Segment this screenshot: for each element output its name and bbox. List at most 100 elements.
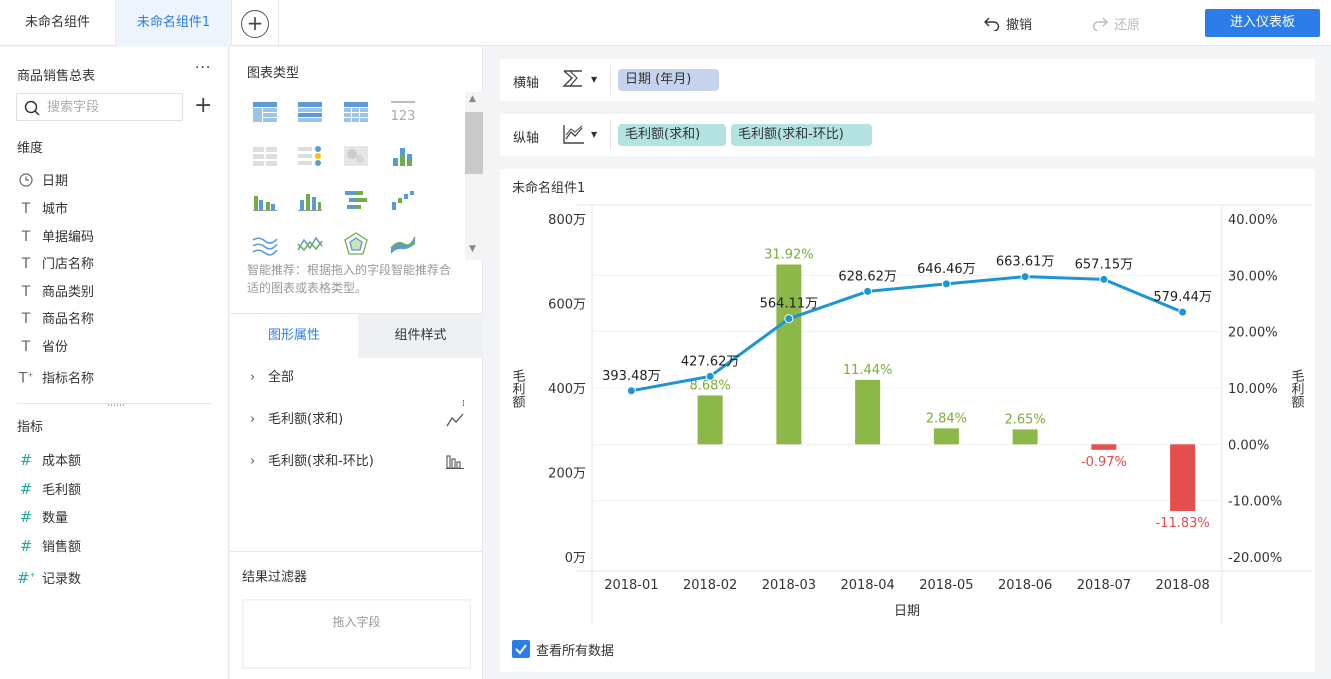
kpi-number-icon[interactable]: 123 [390,100,416,124]
grouped-bar-icon[interactable] [252,188,278,212]
column-chart-icon[interactable] [297,188,323,212]
add-field-button[interactable]: + [194,95,212,117]
line-data-label: 657.15万 [1075,257,1134,272]
search-input[interactable] [47,98,177,116]
field-label: 毛利额 [42,483,82,498]
tab-component-style[interactable]: 组件样式 [358,314,483,358]
radar-chart-icon[interactable] [343,232,369,256]
redo-button[interactable]: 还原 [1092,14,1140,33]
x-axis-caret-icon[interactable]: ▼ [591,75,597,84]
field-item-cost[interactable]: # 成本额 [17,449,81,471]
hash-icon: # [19,537,33,555]
more-icon[interactable]: ··· [195,60,211,76]
y-right-tick-label: 0.00% [1228,438,1269,453]
bar-mom [1170,444,1196,511]
stacked-bar-icon[interactable] [390,144,416,168]
field-item-product-name[interactable]: T 商品名称 [17,308,94,330]
tab-untitled-component-1[interactable]: 未命名组件1 [116,0,232,46]
detail-table-icon[interactable] [343,100,369,124]
tab-graphic-properties[interactable]: 图形属性 [230,314,358,358]
field-item-city[interactable]: T 城市 [17,198,68,220]
x-axis-type-icon[interactable] [562,68,586,90]
comparison-bar-icon[interactable] [343,188,369,212]
field-item-quantity[interactable]: # 数量 [17,506,68,528]
y-axis-label: 纵轴 [513,131,540,146]
waterfall-icon[interactable] [390,188,416,212]
field-label: 城市 [42,202,69,217]
enter-dashboard-button[interactable]: 进入仪表板 [1205,9,1320,37]
scroll-thumb[interactable] [465,112,483,174]
line-data-label: 564.11万 [760,297,819,312]
resize-grip-icon[interactable]: ⋯⋯ [107,402,125,411]
combo-chart[interactable]: 40.00% 30.00% 20.00% 10.00% 0.00% -10.00% -20.… [500,169,1315,639]
line-point [1178,307,1188,317]
field-item-product-category[interactable]: T 商品类别 [17,281,94,303]
range-area-icon[interactable] [390,232,416,256]
kpi-card-icon[interactable] [252,144,278,168]
scroll-down-icon[interactable]: ▼ [469,244,476,254]
chart-type-scrollbar[interactable]: ▲ ▼ [465,92,483,260]
line-point [626,386,636,396]
panel-resize-grip-icon[interactable]: ⁞ [462,400,465,409]
y-axis-field-pill-mom[interactable]: 毛利额(求和-环比) [731,124,872,146]
y-axis-caret-icon[interactable]: ▼ [591,130,597,139]
line-data-label: 663.61万 [996,255,1055,270]
area-chart-icon[interactable] [252,232,278,256]
field-item-sales[interactable]: # 销售额 [17,535,81,557]
field-item-record-count[interactable]: #+ 记录数 [17,564,81,587]
y-axis-field-pill-sum[interactable]: 毛利额(求和) [618,124,726,146]
line-gross-profit [631,275,1184,393]
text-field-icon: T [21,256,31,272]
heat-map-icon[interactable] [343,144,369,168]
y-right-tick-label: -20.00% [1228,551,1282,566]
field-item-gross-profit[interactable]: # 毛利额 [17,478,81,500]
dimensions-label: 维度 [17,141,44,156]
y-left-tick-label: 400万 [548,382,586,397]
add-tab-button[interactable]: + [241,10,269,38]
bar-data-label: -0.97% [1081,455,1127,470]
tab-untitled-component[interactable]: 未命名组件 [0,0,116,46]
show-all-data-checkbox[interactable] [512,640,530,658]
chevron-right-icon: › [250,412,256,427]
prop-item-gross-profit-mom[interactable]: › 毛利额(求和-环比) [250,451,374,473]
field-item-store-name[interactable]: T 门店名称 [17,253,94,275]
hash-icon: #+ [17,569,36,587]
line-point [705,371,715,381]
field-item-doc-code[interactable]: T 单据编码 [17,226,94,248]
prop-item-gross-profit-sum[interactable]: › 毛利额(求和) [250,409,343,431]
redo-label: 还原 [1114,18,1141,33]
search-icon [24,100,40,116]
x-axis-separator [610,65,611,95]
x-axis-row: 横轴 ▼ 日期 (年月) [500,59,1315,101]
line-point [863,286,873,296]
filter-drop-zone[interactable]: 拖入字段 [242,599,471,669]
x-tick-label: 2018-07 [1077,578,1131,593]
indicator-list-icon[interactable] [297,144,323,168]
scroll-up-icon[interactable]: ▲ [469,94,476,104]
y-right-tick-label: 30.00% [1228,269,1278,284]
prop-item-all[interactable]: › 全部 [250,367,294,389]
line-type-icon[interactable] [446,412,464,428]
line-chart-icon[interactable] [297,232,323,256]
field-label: 日期 [42,174,69,189]
field-item-date[interactable]: 日期 [17,170,68,192]
y-axis-type-icon[interactable] [562,123,586,145]
prop-label: 全部 [268,370,295,385]
x-tick-label: 2018-06 [998,578,1052,593]
table-icon[interactable] [252,100,278,124]
field-item-province[interactable]: T 省份 [17,336,68,358]
bar-data-label: 2.65% [1004,412,1045,427]
line-point [1099,274,1109,284]
hash-icon: # [19,451,33,469]
top-bar: 未命名组件 未命名组件1 + 撤销 还原 进入仪表板 [0,0,1331,46]
bar-type-icon[interactable] [446,453,464,469]
x-tick-label: 2018-08 [1155,578,1209,593]
bar-data-label: 2.84% [926,411,967,426]
field-item-metric-name[interactable]: T+ 指标名称 [17,364,94,387]
x-axis-field-pill[interactable]: 日期 (年月) [618,69,719,91]
group-table-icon[interactable] [297,100,323,124]
y-left-tick-label: 800万 [548,213,586,228]
undo-button[interactable]: 撤销 [984,14,1032,33]
x-axis-title: 日期 [894,604,920,619]
line-data-label: 646.46万 [917,262,976,277]
